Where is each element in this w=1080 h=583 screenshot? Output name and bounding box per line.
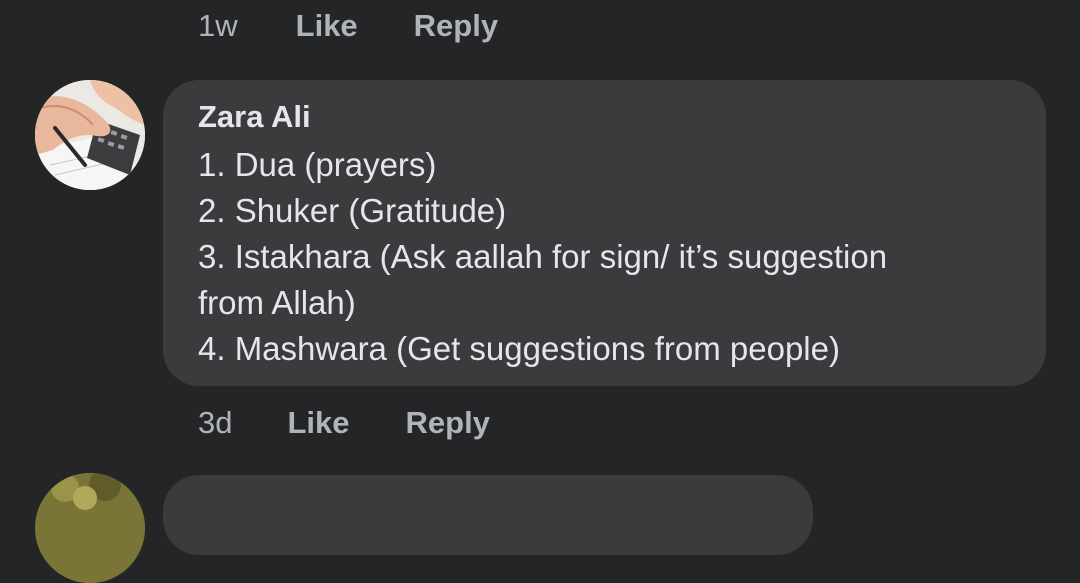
like-button[interactable]: Like	[287, 405, 349, 441]
foliage-photo-icon	[35, 473, 145, 583]
next-comment-avatar[interactable]	[35, 473, 145, 583]
comment-line: 2. Shuker (Gratitude)	[198, 192, 507, 229]
comment-line: 4. Mashwara (Get suggestions from people…	[198, 330, 840, 367]
avatar[interactable]	[35, 80, 145, 190]
next-comment-bubble[interactable]	[163, 475, 813, 555]
comment-line: 1. Dua (prayers)	[198, 146, 437, 183]
reply-button[interactable]: Reply	[406, 405, 490, 441]
comment-line: from Allah)	[198, 284, 356, 321]
comment-bubble[interactable]: Zara Ali 1. Dua (prayers) 2. Shuker (Gra…	[163, 80, 1046, 386]
comment-timestamp[interactable]: 3d	[198, 405, 232, 441]
comment-actions: 3d Like Reply	[198, 403, 490, 443]
comment-timestamp[interactable]: 1w	[198, 8, 238, 44]
reply-button[interactable]: Reply	[414, 8, 498, 44]
like-button[interactable]: Like	[296, 8, 358, 44]
calculator-hands-photo-icon	[35, 80, 145, 190]
comment-line: 3. Istakhara (Ask aallah for sign/ it’s …	[198, 238, 888, 275]
previous-comment-actions: 1w Like Reply	[198, 6, 498, 46]
comment-text: 1. Dua (prayers) 2. Shuker (Gratitude) 3…	[198, 142, 1012, 372]
comment-author[interactable]: Zara Ali	[198, 98, 1012, 136]
